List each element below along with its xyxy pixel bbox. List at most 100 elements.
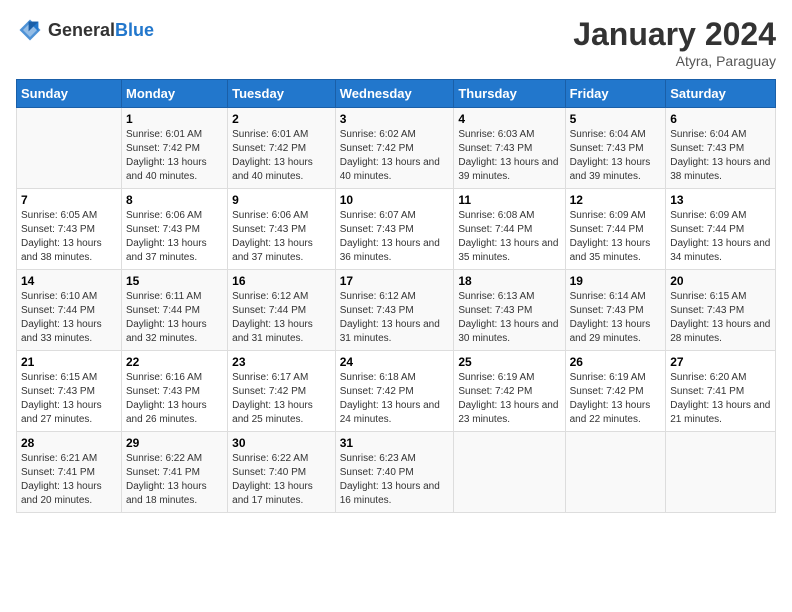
day-number: 7 — [21, 193, 117, 207]
day-info: Sunrise: 6:13 AMSunset: 7:43 PMDaylight:… — [458, 290, 560, 346]
day-info: Sunrise: 6:04 AMSunset: 7:43 PMDaylight:… — [570, 128, 662, 184]
calendar-cell: 29 Sunrise: 6:22 AMSunset: 7:41 PMDayligh… — [121, 432, 227, 513]
day-number: 13 — [670, 193, 771, 207]
day-number: 8 — [126, 193, 223, 207]
day-info: Sunrise: 6:05 AMSunset: 7:43 PMDaylight:… — [21, 209, 117, 265]
calendar-cell: 11 Sunrise: 6:08 AMSunset: 7:44 PMDayligh… — [454, 189, 565, 270]
calendar-cell: 4Sunrise: 6:03 AMSunset: 7:43 PMDaylight… — [454, 108, 565, 189]
header-row: SundayMondayTuesdayWednesdayThursdayFrid… — [17, 80, 776, 108]
day-number: 25 — [458, 355, 560, 369]
day-info: Sunrise: 6:11 AMSunset: 7:44 PMDaylight:… — [126, 290, 223, 346]
day-info: Sunrise: 6:02 AMSunset: 7:42 PMDaylight:… — [340, 128, 450, 184]
month-year: January 2024 — [573, 16, 776, 53]
day-info: Sunrise: 6:06 AMSunset: 7:43 PMDaylight:… — [126, 209, 223, 265]
day-info: Sunrise: 6:22 AMSunset: 7:40 PMDaylight:… — [232, 452, 331, 508]
calendar-cell: 21 Sunrise: 6:15 AMSunset: 7:43 PMDayligh… — [17, 351, 122, 432]
day-info: Sunrise: 6:15 AMSunset: 7:43 PMDaylight:… — [21, 371, 117, 427]
calendar-cell: 18 Sunrise: 6:13 AMSunset: 7:43 PMDayligh… — [454, 270, 565, 351]
day-number: 21 — [21, 355, 117, 369]
calendar-cell — [666, 432, 776, 513]
calendar-cell: 16 Sunrise: 6:12 AMSunset: 7:44 PMDayligh… — [228, 270, 336, 351]
calendar-cell: 6 Sunrise: 6:04 AMSunset: 7:43 PMDaylight… — [666, 108, 776, 189]
page-header: GeneralBlue January 2024 Atyra, Paraguay — [16, 16, 776, 69]
calendar-cell: 25 Sunrise: 6:19 AMSunset: 7:42 PMDayligh… — [454, 351, 565, 432]
day-number: 5 — [570, 112, 662, 126]
day-info: Sunrise: 6:12 AMSunset: 7:44 PMDaylight:… — [232, 290, 331, 346]
calendar-cell: 12Sunrise: 6:09 AMSunset: 7:44 PMDayligh… — [565, 189, 666, 270]
day-number: 17 — [340, 274, 450, 288]
day-number: 6 — [670, 112, 771, 126]
day-info: Sunrise: 6:14 AMSunset: 7:43 PMDaylight:… — [570, 290, 662, 346]
day-info: Sunrise: 6:09 AMSunset: 7:44 PMDaylight:… — [670, 209, 771, 265]
day-info: Sunrise: 6:04 AMSunset: 7:43 PMDaylight:… — [670, 128, 771, 184]
day-info: Sunrise: 6:17 AMSunset: 7:42 PMDaylight:… — [232, 371, 331, 427]
day-info: Sunrise: 6:08 AMSunset: 7:44 PMDaylight:… — [458, 209, 560, 265]
calendar-cell: 23Sunrise: 6:17 AMSunset: 7:42 PMDayligh… — [228, 351, 336, 432]
day-info: Sunrise: 6:06 AMSunset: 7:43 PMDaylight:… — [232, 209, 331, 265]
calendar-cell: 28Sunrise: 6:21 AMSunset: 7:41 PMDayligh… — [17, 432, 122, 513]
day-info: Sunrise: 6:03 AMSunset: 7:43 PMDaylight:… — [458, 128, 560, 184]
day-number: 16 — [232, 274, 331, 288]
day-info: Sunrise: 6:23 AMSunset: 7:40 PMDaylight:… — [340, 452, 450, 508]
day-info: Sunrise: 6:01 AMSunset: 7:42 PMDaylight:… — [126, 128, 223, 184]
logo: GeneralBlue — [16, 16, 154, 44]
calendar-cell: 7 Sunrise: 6:05 AMSunset: 7:43 PMDaylight… — [17, 189, 122, 270]
day-number: 22 — [126, 355, 223, 369]
calendar-table: SundayMondayTuesdayWednesdayThursdayFrid… — [16, 79, 776, 513]
calendar-cell: 22 Sunrise: 6:16 AMSunset: 7:43 PMDayligh… — [121, 351, 227, 432]
day-info: Sunrise: 6:22 AMSunset: 7:41 PMDaylight:… — [126, 452, 223, 508]
day-info: Sunrise: 6:12 AMSunset: 7:43 PMDaylight:… — [340, 290, 450, 346]
location: Atyra, Paraguay — [573, 53, 776, 69]
week-row-2: 7 Sunrise: 6:05 AMSunset: 7:43 PMDaylight… — [17, 189, 776, 270]
day-number: 18 — [458, 274, 560, 288]
day-info: Sunrise: 6:10 AMSunset: 7:44 PMDaylight:… — [21, 290, 117, 346]
day-number: 24 — [340, 355, 450, 369]
calendar-cell: 26 Sunrise: 6:19 AMSunset: 7:42 PMDayligh… — [565, 351, 666, 432]
day-number: 27 — [670, 355, 771, 369]
column-header-sunday: Sunday — [17, 80, 122, 108]
day-info: Sunrise: 6:15 AMSunset: 7:43 PMDaylight:… — [670, 290, 771, 346]
day-number: 31 — [340, 436, 450, 450]
day-number: 10 — [340, 193, 450, 207]
day-number: 19 — [570, 274, 662, 288]
week-row-3: 14Sunrise: 6:10 AMSunset: 7:44 PMDayligh… — [17, 270, 776, 351]
calendar-cell: 30 Sunrise: 6:22 AMSunset: 7:40 PMDayligh… — [228, 432, 336, 513]
day-info: Sunrise: 6:19 AMSunset: 7:42 PMDaylight:… — [458, 371, 560, 427]
calendar-cell: 13 Sunrise: 6:09 AMSunset: 7:44 PMDayligh… — [666, 189, 776, 270]
calendar-cell: 8 Sunrise: 6:06 AMSunset: 7:43 PMDaylight… — [121, 189, 227, 270]
calendar-cell: 5 Sunrise: 6:04 AMSunset: 7:43 PMDaylight… — [565, 108, 666, 189]
day-number: 3 — [340, 112, 450, 126]
day-info: Sunrise: 6:19 AMSunset: 7:42 PMDaylight:… — [570, 371, 662, 427]
calendar-cell: 27 Sunrise: 6:20 AMSunset: 7:41 PMDayligh… — [666, 351, 776, 432]
title-block: January 2024 Atyra, Paraguay — [573, 16, 776, 69]
day-number: 26 — [570, 355, 662, 369]
day-number: 9 — [232, 193, 331, 207]
day-info: Sunrise: 6:09 AMSunset: 7:44 PMDaylight:… — [570, 209, 662, 265]
day-info: Sunrise: 6:01 AMSunset: 7:42 PMDaylight:… — [232, 128, 331, 184]
calendar-cell: 10 Sunrise: 6:07 AMSunset: 7:43 PMDayligh… — [335, 189, 454, 270]
day-number: 2 — [232, 112, 331, 126]
day-number: 30 — [232, 436, 331, 450]
column-header-thursday: Thursday — [454, 80, 565, 108]
day-number: 15 — [126, 274, 223, 288]
day-number: 1 — [126, 112, 223, 126]
day-info: Sunrise: 6:20 AMSunset: 7:41 PMDaylight:… — [670, 371, 771, 427]
day-number: 11 — [458, 193, 560, 207]
calendar-cell — [17, 108, 122, 189]
day-number: 20 — [670, 274, 771, 288]
calendar-cell: 9 Sunrise: 6:06 AMSunset: 7:43 PMDaylight… — [228, 189, 336, 270]
calendar-cell: 24Sunrise: 6:18 AMSunset: 7:42 PMDayligh… — [335, 351, 454, 432]
column-header-monday: Monday — [121, 80, 227, 108]
calendar-cell: 31 Sunrise: 6:23 AMSunset: 7:40 PMDayligh… — [335, 432, 454, 513]
day-number: 29 — [126, 436, 223, 450]
day-info: Sunrise: 6:16 AMSunset: 7:43 PMDaylight:… — [126, 371, 223, 427]
calendar-cell: 2 Sunrise: 6:01 AMSunset: 7:42 PMDaylight… — [228, 108, 336, 189]
day-info: Sunrise: 6:07 AMSunset: 7:43 PMDaylight:… — [340, 209, 450, 265]
calendar-cell: 1 Sunrise: 6:01 AMSunset: 7:42 PMDaylight… — [121, 108, 227, 189]
calendar-cell — [454, 432, 565, 513]
column-header-saturday: Saturday — [666, 80, 776, 108]
logo-icon — [16, 16, 44, 44]
calendar-cell: 20 Sunrise: 6:15 AMSunset: 7:43 PMDayligh… — [666, 270, 776, 351]
week-row-4: 21 Sunrise: 6:15 AMSunset: 7:43 PMDayligh… — [17, 351, 776, 432]
calendar-cell: 17 Sunrise: 6:12 AMSunset: 7:43 PMDayligh… — [335, 270, 454, 351]
